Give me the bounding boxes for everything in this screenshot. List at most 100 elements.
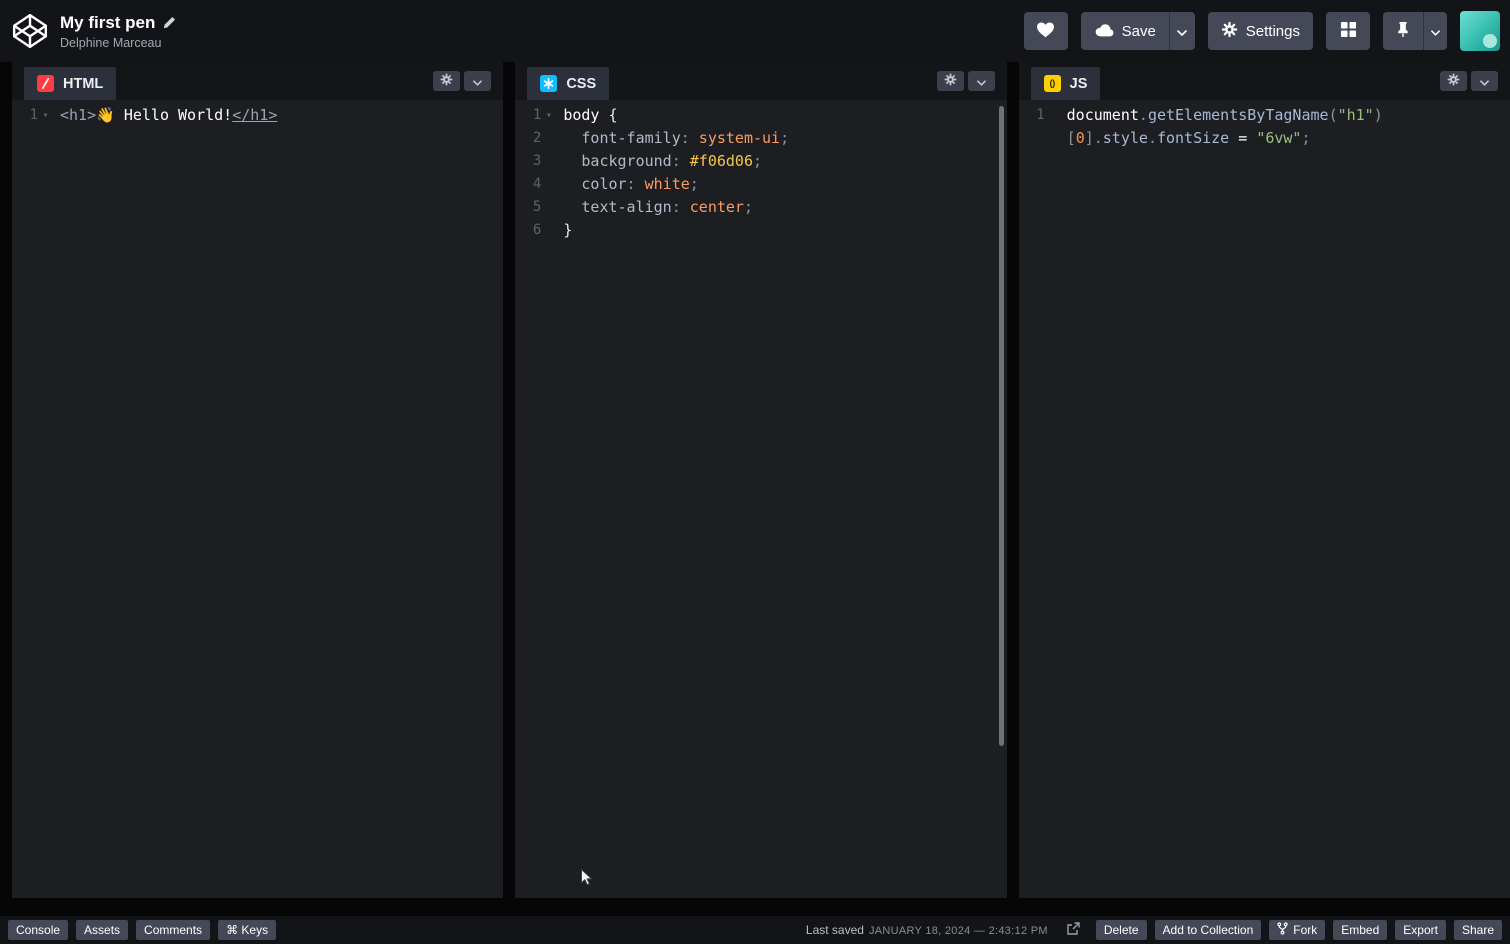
like-button[interactable] xyxy=(1024,12,1068,50)
code-text: body { xyxy=(563,104,617,127)
open-live-view-button[interactable] xyxy=(1066,922,1080,939)
code-text: <h1>👋 Hello World!</h1> xyxy=(60,104,277,127)
settings-button[interactable]: Settings xyxy=(1208,12,1313,50)
delete-button[interactable]: Delete xyxy=(1096,920,1147,940)
line-number: 3 xyxy=(515,150,541,173)
css-editor-scrollbar[interactable] xyxy=(999,106,1004,746)
user-avatar[interactable] xyxy=(1460,11,1500,51)
code-fold-spacer xyxy=(541,219,556,242)
css-editor[interactable]: 1▾ body {2 font-family: system-ui;3 backg… xyxy=(515,100,1006,898)
html-collapse-button[interactable] xyxy=(464,71,491,91)
html-icon xyxy=(37,75,54,92)
code-text: document.getElementsByTagName("h1") xyxy=(1067,104,1383,127)
share-button-label: Share xyxy=(1462,923,1494,937)
pin-button-group xyxy=(1383,12,1447,50)
code-text: } xyxy=(563,219,572,242)
last-saved-time: JANUARY 18, 2024 — 2:43:12 PM xyxy=(869,925,1048,937)
code-line[interactable]: 2 font-family: system-ui; xyxy=(515,127,1006,150)
code-text: font-family: system-ui; xyxy=(563,127,789,150)
css-settings-button[interactable] xyxy=(937,71,964,91)
assets-button[interactable]: Assets xyxy=(76,920,128,940)
gear-icon xyxy=(944,73,957,89)
footer: Console Assets Comments ⌘ Keys Last save… xyxy=(0,916,1510,944)
js-tab-label: JS xyxy=(1070,76,1088,92)
js-collapse-button[interactable] xyxy=(1471,71,1498,91)
css-panel: CSS xyxy=(515,62,1006,898)
css-code: 1▾ body {2 font-family: system-ui;3 backg… xyxy=(515,104,1006,242)
add-to-collection-button-label: Add to Collection xyxy=(1163,923,1254,937)
edit-title-icon[interactable] xyxy=(163,16,176,29)
code-fold-caret[interactable]: ▾ xyxy=(38,104,53,127)
css-tab-label: CSS xyxy=(566,76,596,92)
code-fold-caret[interactable]: ▾ xyxy=(541,104,556,127)
gear-icon xyxy=(1447,73,1460,89)
code-fold-spacer xyxy=(1045,127,1060,150)
js-icon-glyph: () xyxy=(1049,78,1054,89)
editor-area: HTML xyxy=(0,62,1510,916)
settings-button-label: Settings xyxy=(1246,23,1300,40)
line-number: 4 xyxy=(515,173,541,196)
js-editor[interactable]: 1document.getElementsByTagName("h1")[0].… xyxy=(1019,100,1510,898)
code-text: color: white; xyxy=(563,173,698,196)
code-line[interactable]: 4 color: white; xyxy=(515,173,1006,196)
keys-button[interactable]: ⌘ Keys xyxy=(218,920,276,940)
last-saved-status: Last saved JANUARY 18, 2024 — 2:43:12 PM xyxy=(806,923,1048,937)
pin-icon xyxy=(1396,21,1410,42)
pen-title-block: My first pen Delphine Marceau xyxy=(60,13,176,50)
css-tab[interactable]: CSS xyxy=(527,67,609,100)
html-panel-actions xyxy=(433,71,503,91)
pin-options-button[interactable] xyxy=(1423,12,1447,50)
save-button-group: Save xyxy=(1081,12,1195,50)
css-panel-header: CSS xyxy=(515,62,1006,100)
codepen-logo[interactable] xyxy=(10,11,50,51)
layout-grid-icon xyxy=(1340,21,1357,42)
pin-button[interactable] xyxy=(1383,12,1423,50)
fork-icon xyxy=(1277,922,1288,938)
embed-button-label: Embed xyxy=(1341,923,1379,937)
console-button[interactable]: Console xyxy=(8,920,68,940)
chevron-down-icon xyxy=(977,74,986,89)
code-line[interactable]: [0].style.fontSize = "6vw"; xyxy=(1019,127,1510,150)
css-collapse-button[interactable] xyxy=(968,71,995,91)
save-button[interactable]: Save xyxy=(1081,12,1169,50)
code-line[interactable]: 5 text-align: center; xyxy=(515,196,1006,219)
js-panel: () JS xyxy=(1019,62,1510,898)
pen-author: Delphine Marceau xyxy=(60,36,176,50)
code-line[interactable]: 1▾ body { xyxy=(515,104,1006,127)
code-line[interactable]: 1document.getElementsByTagName("h1") xyxy=(1019,104,1510,127)
header: My first pen Delphine Marceau Save xyxy=(0,0,1510,62)
heart-icon xyxy=(1036,21,1055,42)
html-tab[interactable]: HTML xyxy=(24,67,116,100)
line-number: 1 xyxy=(515,104,541,127)
export-button[interactable]: Export xyxy=(1395,920,1446,940)
cloud-icon xyxy=(1094,22,1114,41)
gear-icon xyxy=(1221,21,1238,42)
html-editor[interactable]: 1▾ <h1>👋 Hello World!</h1> xyxy=(12,100,503,898)
chevron-down-icon xyxy=(473,74,482,89)
code-fold-spacer xyxy=(541,127,556,150)
line-number: 1 xyxy=(12,104,38,127)
header-actions: Save xyxy=(1024,11,1500,51)
html-settings-button[interactable] xyxy=(433,71,460,91)
fork-button[interactable]: Fork xyxy=(1269,920,1325,940)
code-fold-spacer xyxy=(541,173,556,196)
code-fold-spacer xyxy=(1045,104,1060,127)
code-line[interactable]: 3 background: #f06d06; xyxy=(515,150,1006,173)
layout-button[interactable] xyxy=(1326,12,1370,50)
js-icon: () xyxy=(1044,75,1061,92)
embed-button[interactable]: Embed xyxy=(1333,920,1387,940)
external-link-icon xyxy=(1066,922,1080,939)
save-options-button[interactable] xyxy=(1169,12,1195,50)
add-to-collection-button[interactable]: Add to Collection xyxy=(1155,920,1262,940)
html-panel-header: HTML xyxy=(12,62,503,100)
comments-button[interactable]: Comments xyxy=(136,920,210,940)
js-code: 1document.getElementsByTagName("h1")[0].… xyxy=(1019,104,1510,150)
code-line[interactable]: 6} xyxy=(515,219,1006,242)
code-line[interactable]: 1▾ <h1>👋 Hello World!</h1> xyxy=(12,104,503,127)
js-tab[interactable]: () JS xyxy=(1031,67,1101,100)
last-saved-label: Last saved xyxy=(806,923,864,937)
chevron-down-icon xyxy=(1177,23,1187,40)
share-button[interactable]: Share xyxy=(1454,920,1502,940)
js-settings-button[interactable] xyxy=(1440,71,1467,91)
line-number: 6 xyxy=(515,219,541,242)
